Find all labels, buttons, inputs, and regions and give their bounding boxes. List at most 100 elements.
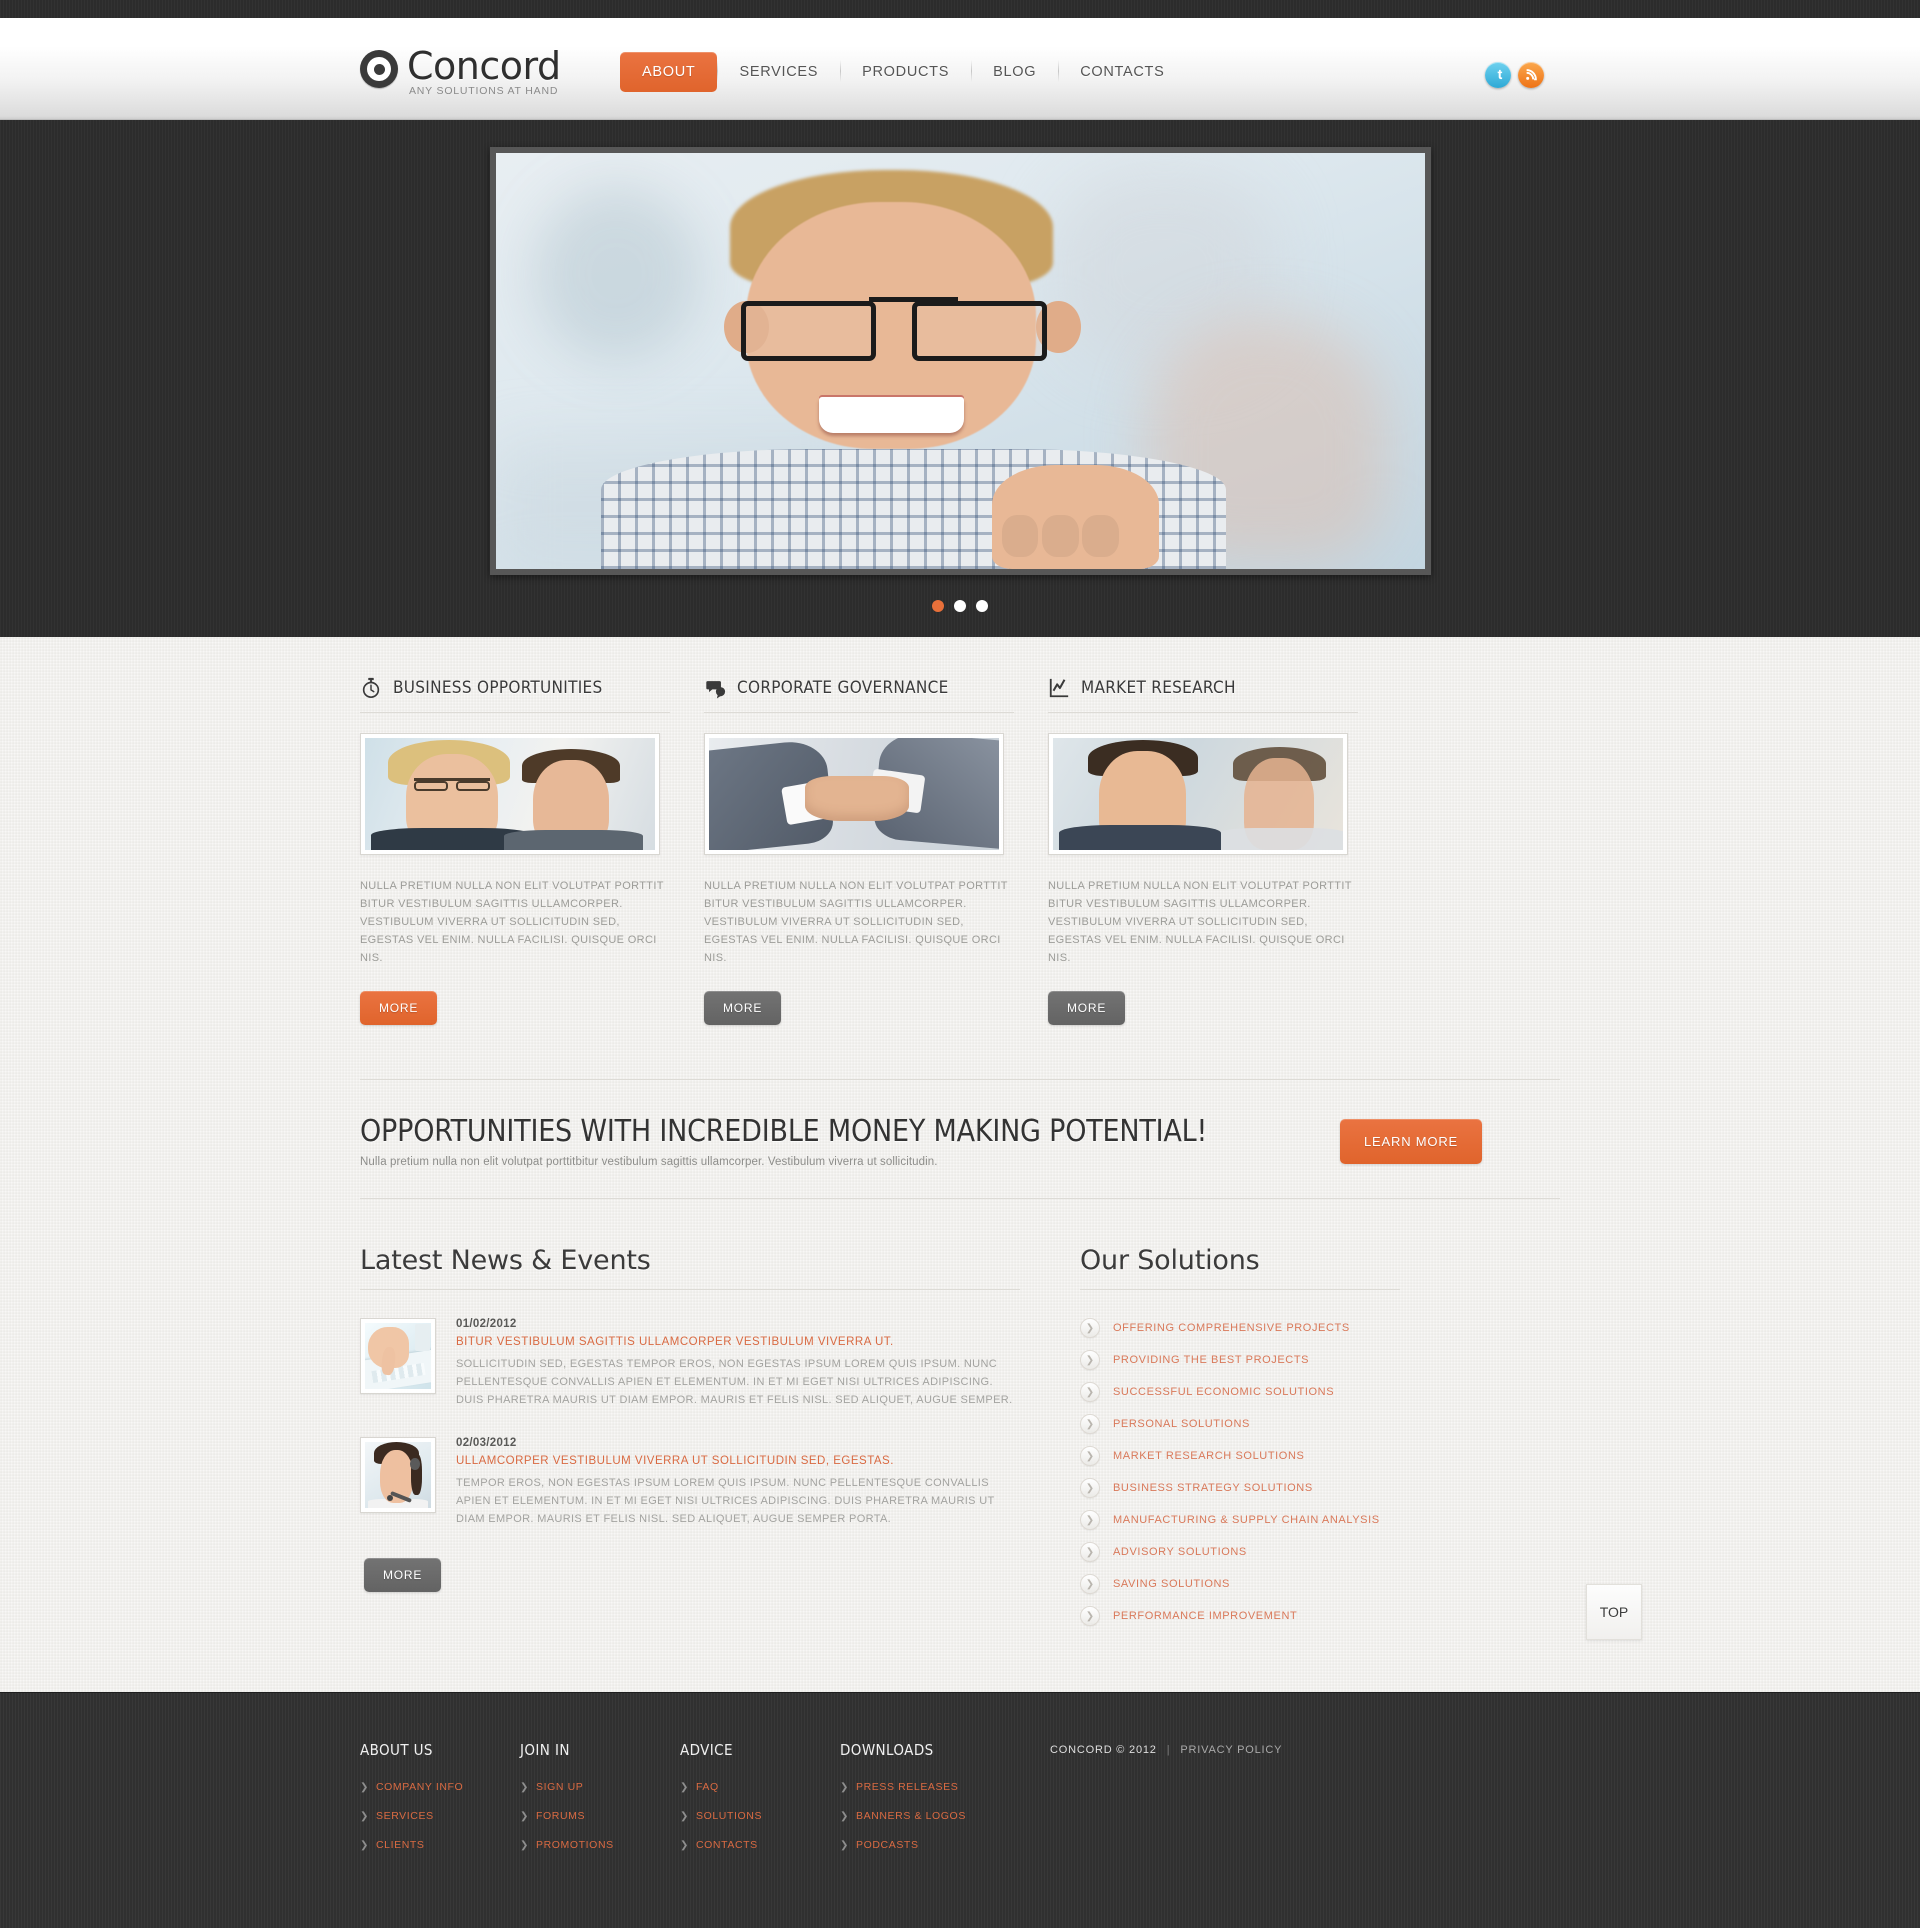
footer-link-solutions[interactable]: ❯ SOLUTIONS bbox=[680, 1810, 840, 1822]
solution-item[interactable]: ❯ BUSINESS STRATEGY SOLUTIONS bbox=[1080, 1472, 1400, 1504]
solution-label: OFFERING COMPREHENSIVE PROJECTS bbox=[1113, 1322, 1350, 1334]
chevron-right-circle-icon: ❯ bbox=[1080, 1382, 1100, 1402]
site-footer: ABOUT US ❯ COMPANY INFO ❯ SERVICES ❯ CLIENT… bbox=[0, 1692, 1920, 1928]
slider-dot-1[interactable] bbox=[932, 600, 944, 612]
twitter-icon[interactable] bbox=[1485, 62, 1511, 88]
news-more-button[interactable]: MORE bbox=[364, 1558, 442, 1592]
solution-label: PERFORMANCE IMPROVEMENT bbox=[1113, 1610, 1298, 1622]
chevron-right-icon: ❯ bbox=[360, 1810, 369, 1822]
footer-column-downloads: DOWNLOADS ❯ PRESS RELEASES ❯ BANNERS & LOG… bbox=[840, 1741, 1040, 1868]
nav-item-blog[interactable]: BLOG bbox=[971, 52, 1058, 92]
footer-link-company-info[interactable]: ❯ COMPANY INFO bbox=[360, 1781, 520, 1793]
promo-subtitle: Nulla pretium nulla non elit volutpat po… bbox=[360, 1156, 938, 1168]
service-description: NULLA PRETIUM NULLA NON ELIT VOLUTPAT PO… bbox=[704, 880, 1008, 964]
footer-link-promotions[interactable]: ❯ PROMOTIONS bbox=[520, 1839, 680, 1851]
solution-label: MANUFACTURING & SUPPLY CHAIN ANALYSIS bbox=[1113, 1514, 1380, 1526]
logo-title: Concord bbox=[407, 44, 561, 88]
target-circle-icon bbox=[360, 50, 398, 88]
solution-label: BUSINESS STRATEGY SOLUTIONS bbox=[1113, 1482, 1313, 1494]
footer-link-label: FORUMS bbox=[535, 1810, 586, 1822]
solution-item[interactable]: ❯ PROVIDING THE BEST PROJECTS bbox=[1080, 1344, 1400, 1376]
footer-link-banners-logos[interactable]: ❯ BANNERS & LOGOS bbox=[840, 1810, 1040, 1822]
footer-link-clients[interactable]: ❯ CLIENTS bbox=[360, 1839, 520, 1851]
news-thumbnail[interactable] bbox=[360, 1318, 436, 1394]
news-item: 02/03/2012 ULLAMCORPER VESTIBULUM VIVERR… bbox=[360, 1437, 1020, 1528]
section-title-solutions: Our Solutions bbox=[1080, 1245, 1400, 1290]
chevron-right-icon: ❯ bbox=[840, 1781, 849, 1793]
service-more-button[interactable]: MORE bbox=[1048, 991, 1126, 1025]
chevron-right-icon: ❯ bbox=[360, 1839, 369, 1851]
service-column-corporate-governance: CORPORATE GOVERNANCE NULLA PRETIUM NULLA… bbox=[704, 677, 1014, 1025]
nav-item-products[interactable]: PRODUCTS bbox=[840, 52, 971, 92]
slider-pagination bbox=[0, 600, 1920, 612]
service-more-button[interactable]: MORE bbox=[704, 991, 782, 1025]
chevron-right-icon: ❯ bbox=[360, 1781, 369, 1793]
solution-item[interactable]: ❯ ADVISORY SOLUTIONS bbox=[1080, 1536, 1400, 1568]
news-thumbnail[interactable] bbox=[360, 1437, 436, 1513]
footer-link-label: CONTACTS bbox=[695, 1839, 758, 1851]
promo-banner: OPPORTUNITIES WITH INCREDIBLE MONEY MAKI… bbox=[360, 1079, 1560, 1199]
main-content: BUSINESS OPPORTUNITIES NULLA PRETIUM NUL… bbox=[0, 637, 1920, 1692]
scroll-to-top-button[interactable]: TOP bbox=[1586, 1584, 1642, 1640]
service-more-button[interactable]: MORE bbox=[360, 991, 438, 1025]
slider-dot-2[interactable] bbox=[954, 600, 966, 612]
footer-link-contacts[interactable]: ❯ CONTACTS bbox=[680, 1839, 840, 1851]
service-image[interactable] bbox=[360, 733, 660, 855]
solution-label: SUCCESSFUL ECONOMIC SOLUTIONS bbox=[1113, 1386, 1335, 1398]
service-description: NULLA PRETIUM NULLA NON ELIT VOLUTPAT PO… bbox=[360, 880, 664, 964]
rss-icon[interactable] bbox=[1518, 62, 1544, 88]
nav-item-services[interactable]: SERVICES bbox=[717, 52, 840, 92]
solution-label: ADVISORY SOLUTIONS bbox=[1113, 1546, 1247, 1558]
chevron-right-circle-icon: ❯ bbox=[1080, 1606, 1100, 1626]
slide-image bbox=[495, 153, 1425, 569]
news-headline-link[interactable]: BITUR VESTIBULUM SAGITTIS ULLAMCORPER VE… bbox=[456, 1336, 1020, 1348]
learn-more-button[interactable]: LEARN MORE bbox=[1340, 1118, 1482, 1164]
service-image[interactable] bbox=[704, 733, 1004, 855]
service-title: MARKET RESEARCH bbox=[1081, 678, 1236, 698]
chevron-right-icon: ❯ bbox=[680, 1839, 689, 1851]
privacy-policy-link[interactable]: PRIVACY POLICY bbox=[1180, 1744, 1282, 1756]
footer-link-sign-up[interactable]: ❯ SIGN UP bbox=[520, 1781, 680, 1793]
chevron-right-circle-icon: ❯ bbox=[1080, 1414, 1100, 1434]
slider-dot-3[interactable] bbox=[976, 600, 988, 612]
footer-link-services[interactable]: ❯ SERVICES bbox=[360, 1810, 520, 1822]
chevron-right-icon: ❯ bbox=[520, 1839, 529, 1851]
footer-link-press-releases[interactable]: ❯ PRESS RELEASES bbox=[840, 1781, 1040, 1793]
service-image[interactable] bbox=[1048, 733, 1348, 855]
footer-link-forums[interactable]: ❯ FORUMS bbox=[520, 1810, 680, 1822]
solution-item[interactable]: ❯ OFFERING COMPREHENSIVE PROJECTS bbox=[1080, 1312, 1400, 1344]
footer-link-label: PROMOTIONS bbox=[535, 1839, 614, 1851]
nav-item-about[interactable]: ABOUT bbox=[620, 52, 718, 92]
footer-link-label: CLIENTS bbox=[375, 1839, 425, 1851]
footer-link-faq[interactable]: ❯ FAQ bbox=[680, 1781, 840, 1793]
solution-item[interactable]: ❯ PERFORMANCE IMPROVEMENT bbox=[1080, 1600, 1400, 1632]
news-date: 02/03/2012 bbox=[456, 1437, 517, 1449]
news-body: SOLLICITUDIN SED, EGESTAS TEMPOR EROS, N… bbox=[456, 1358, 1013, 1406]
service-description: NULLA PRETIUM NULLA NON ELIT VOLUTPAT PO… bbox=[1048, 880, 1352, 964]
slider-frame[interactable] bbox=[489, 147, 1431, 575]
service-title: CORPORATE GOVERNANCE bbox=[737, 678, 949, 698]
solution-item[interactable]: ❯ PERSONAL SOLUTIONS bbox=[1080, 1408, 1400, 1440]
service-column-market-research: MARKET RESEARCH NULLA PRETIUM NULLA NON … bbox=[1048, 677, 1358, 1025]
news-body: TEMPOR EROS, NON EGESTAS IPSUM LOREM QUI… bbox=[456, 1477, 995, 1525]
solution-item[interactable]: ❯ MANUFACTURING & SUPPLY CHAIN ANALYSIS bbox=[1080, 1504, 1400, 1536]
service-column-business-opportunities: BUSINESS OPPORTUNITIES NULLA PRETIUM NUL… bbox=[360, 677, 670, 1025]
chevron-right-circle-icon: ❯ bbox=[1080, 1318, 1100, 1338]
hero-slider-section bbox=[0, 120, 1920, 637]
chevron-right-circle-icon: ❯ bbox=[1080, 1510, 1100, 1530]
footer-link-podcasts[interactable]: ❯ PODCASTS bbox=[840, 1839, 1040, 1851]
news-headline-link[interactable]: ULLAMCORPER VESTIBULUM VIVERRA UT SOLLIC… bbox=[456, 1455, 1020, 1467]
chevron-right-icon: ❯ bbox=[680, 1781, 689, 1793]
solution-label: MARKET RESEARCH SOLUTIONS bbox=[1113, 1450, 1305, 1462]
footer-link-label: BANNERS & LOGOS bbox=[855, 1810, 966, 1822]
logo[interactable]: Concord ANY SOLUTIONS AT HAND bbox=[360, 46, 561, 97]
stopwatch-icon bbox=[362, 677, 380, 698]
solution-item[interactable]: ❯ SUCCESSFUL ECONOMIC SOLUTIONS bbox=[1080, 1376, 1400, 1408]
nav-item-contacts[interactable]: CONTACTS bbox=[1058, 52, 1186, 92]
chevron-right-circle-icon: ❯ bbox=[1080, 1350, 1100, 1370]
chevron-right-circle-icon: ❯ bbox=[1080, 1446, 1100, 1466]
solution-item[interactable]: ❯ MARKET RESEARCH SOLUTIONS bbox=[1080, 1440, 1400, 1472]
service-title: BUSINESS OPPORTUNITIES bbox=[393, 678, 603, 698]
solution-item[interactable]: ❯ SAVING SOLUTIONS bbox=[1080, 1568, 1400, 1600]
solution-label: PERSONAL SOLUTIONS bbox=[1113, 1418, 1250, 1430]
